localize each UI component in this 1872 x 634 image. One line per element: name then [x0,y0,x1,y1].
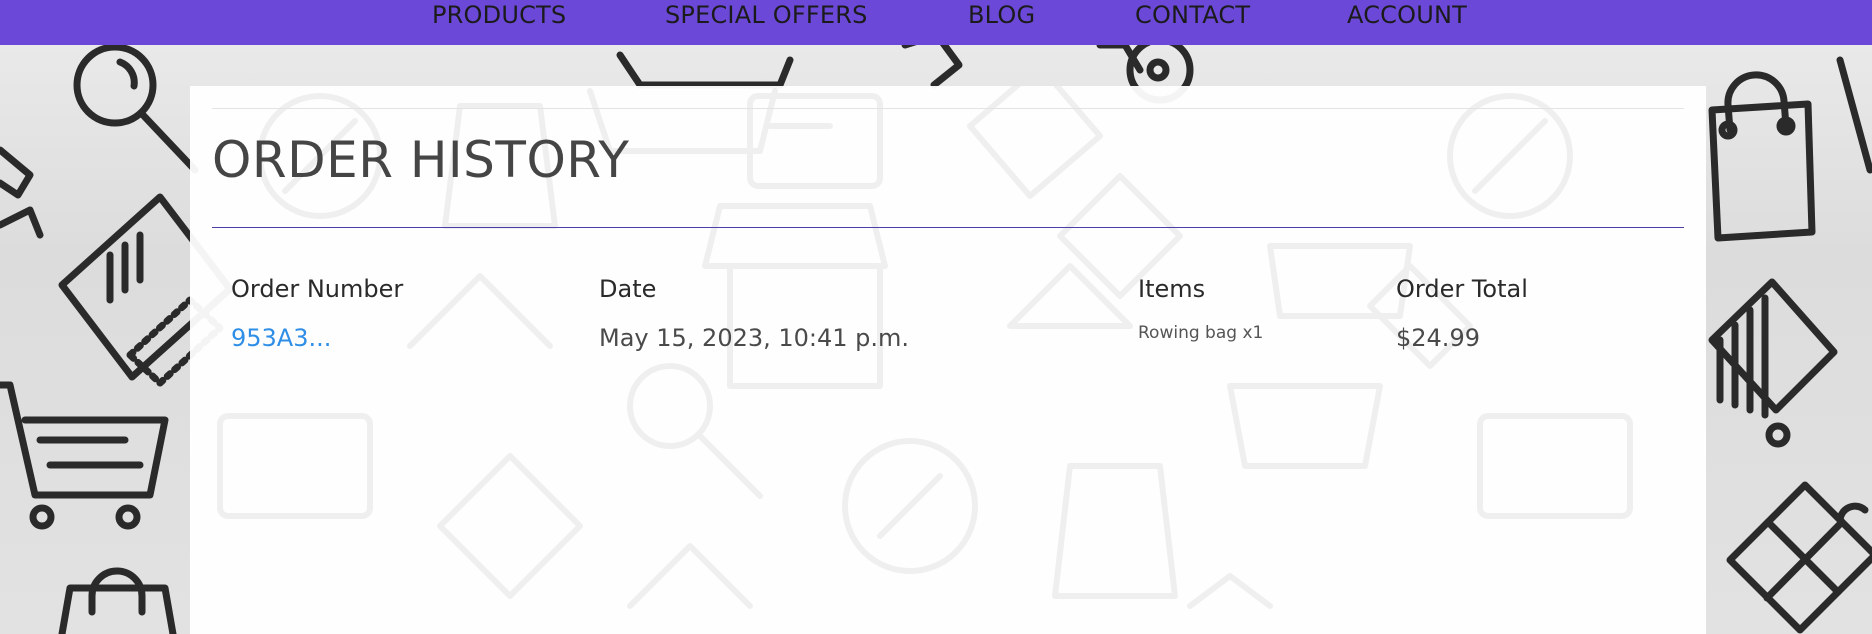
top-divider [212,108,1684,109]
page-title: ORDER HISTORY [212,131,630,189]
cart-watermark-3-icon [1227,383,1383,469]
magnifier-icon [73,43,199,174]
bag-watermark-2-icon [1052,463,1178,599]
cart-watermark-2-icon [1267,243,1413,319]
order-items: Rowing bag x1 [1138,323,1264,343]
nav-item-contact[interactable]: CONTACT [1135,0,1250,30]
order-date: May 15, 2023, 10:41 p.m. [599,324,910,352]
price-tag-icon [1708,278,1838,448]
top-navigation-bar: PRODUCTS SPECIAL OFFERS BLOG CONTACT ACC… [0,0,1872,45]
nav-item-products[interactable]: PRODUCTS [432,0,566,30]
column-header-order-number: Order Number [231,275,404,303]
nav-item-special-offers[interactable]: SPECIAL OFFERS [665,0,868,30]
tag-diagonal-icon [407,273,553,349]
shopping-bag-icon [58,567,177,634]
order-history-card: ORDER HISTORY Order Number Date Items Or… [190,86,1706,634]
gift-watermark-icon [967,86,1103,199]
order-number-link[interactable]: 953A3... [231,323,331,353]
gift-bow-icon [0,146,44,239]
shopping-cart-icon [0,381,169,530]
column-header-order-total: Order Total [1396,275,1528,303]
nav-item-blog[interactable]: BLOG [968,0,1035,30]
gift-box-icon [1726,481,1872,634]
order-total: $24.99 [1396,324,1480,352]
shopping-bag-right-icon [1708,71,1816,242]
store-watermark-icon [702,203,888,269]
title-divider [212,227,1684,228]
column-header-items: Items [1138,275,1206,303]
hanger-watermark-icon [1007,263,1133,329]
nav-item-account[interactable]: ACCOUNT [1347,0,1467,30]
column-header-date: Date [599,275,657,303]
